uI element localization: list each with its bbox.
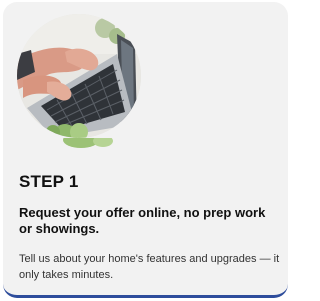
laptop-typing-photo <box>17 14 141 138</box>
step-heading: Request your offer online, no prep work … <box>19 205 266 236</box>
step-number: STEP 1 <box>19 172 79 191</box>
step-description: Tell us about your home's features and u… <box>19 253 280 281</box>
step-card: STEP 1 Request your offer online, no pre… <box>3 2 288 298</box>
laptop-typing-illustration <box>17 14 141 138</box>
photo-plant-fragment <box>59 138 117 154</box>
